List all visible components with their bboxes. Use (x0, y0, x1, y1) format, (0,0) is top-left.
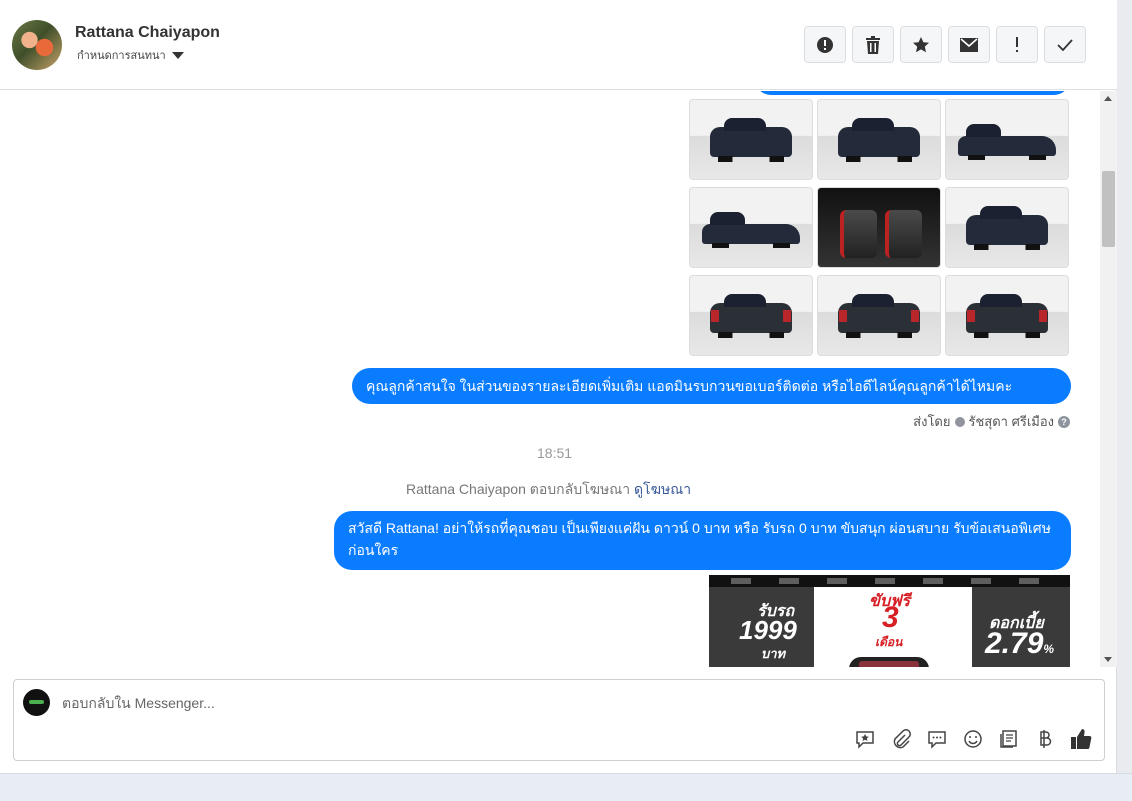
ad-banner-topbar (709, 575, 1070, 587)
ad-rate-value: 2.79 (985, 627, 1044, 660)
car-photo[interactable] (817, 275, 941, 356)
sent-by-label: ส่งโดย (913, 414, 951, 429)
ad-text: เดือน (875, 635, 903, 649)
outgoing-message-bubble[interactable]: สวัสดี Rattana! อย่าให้รถที่คุณชอบ เป็นเ… (334, 511, 1071, 570)
caret-down-icon (171, 52, 184, 59)
conversation-label: กำหนดการสนทนา (77, 50, 166, 62)
ad-reply-notice: Rattana Chaiyapon ตอบกลับโฆษณา ดูโฆษณา (406, 479, 691, 501)
star-button[interactable] (900, 26, 942, 63)
ad-car-image (849, 657, 929, 667)
previous-message-bubble (755, 91, 1070, 95)
star-icon (913, 36, 929, 52)
ad-rate: 2.79% (985, 627, 1054, 661)
photo-gallery (689, 99, 1069, 356)
car-photo[interactable] (945, 99, 1069, 180)
spam-icon (817, 36, 833, 53)
attach-button[interactable] (888, 726, 914, 752)
car-photo[interactable] (945, 275, 1069, 356)
scroll-down-arrow-icon[interactable] (1104, 657, 1112, 662)
catalog-icon (1000, 730, 1017, 748)
catalog-button[interactable] (996, 726, 1022, 752)
follow-up-button[interactable] (996, 26, 1038, 63)
payment-button[interactable] (1032, 726, 1058, 752)
scroll-thumb[interactable] (1102, 171, 1115, 247)
reply-composer (13, 679, 1105, 761)
car-photo[interactable] (689, 275, 813, 356)
like-button[interactable] (1068, 726, 1094, 752)
contact-name[interactable]: Rattana Chaiyapon (75, 24, 220, 42)
agent-icon (954, 416, 965, 427)
header-actions (804, 26, 1086, 63)
composer-tools (852, 726, 1094, 752)
conversation-header: Rattana Chaiyapon กำหนดการสนทนา (0, 0, 1117, 90)
conversation-label-dropdown[interactable]: กำหนดการสนทนา (77, 46, 184, 64)
mark-done-button[interactable] (1044, 26, 1086, 63)
page-avatar (23, 689, 50, 716)
car-photo[interactable] (945, 187, 1069, 268)
envelope-icon (960, 37, 978, 52)
thread-scrollbar[interactable] (1100, 91, 1117, 667)
ad-text: 1999 (739, 615, 797, 645)
car-photo[interactable] (689, 187, 813, 268)
ad-text: 3 (882, 601, 899, 634)
scroll-up-arrow-icon[interactable] (1104, 96, 1112, 101)
chat-bubble-icon (928, 731, 946, 749)
saved-reply-button[interactable] (852, 726, 878, 752)
emoji-icon (964, 730, 982, 748)
ad-image[interactable]: รับรถ 1999 บาท ขับฟรี 3 เดือน ดอกเบี้ย 2… (709, 575, 1070, 667)
ad-rate-unit: % (1043, 642, 1055, 656)
like-icon (1071, 729, 1092, 749)
sent-by-info: ส่งโดย รัชสุดา ศรีเมือง ? (913, 411, 1070, 432)
mark-unread-button[interactable] (948, 26, 990, 63)
car-photo[interactable] (817, 187, 941, 268)
car-photo[interactable] (689, 99, 813, 180)
emoji-button[interactable] (960, 726, 986, 752)
message-thread[interactable]: คุณลูกค้าสนใจ ในส่วนของรายละเอียดเพิ่มเต… (0, 91, 1100, 667)
reply-input[interactable] (62, 692, 762, 714)
delete-button[interactable] (852, 26, 894, 63)
contact-avatar[interactable] (12, 20, 62, 70)
conversation-panel: Rattana Chaiyapon กำหนดการสนทนา คุณลูกค้… (0, 0, 1117, 773)
attachment-icon (893, 729, 911, 749)
mark-spam-button[interactable] (804, 26, 846, 63)
ad-text: บาท (761, 646, 786, 661)
view-ad-link[interactable]: ดูโฆษณา (634, 481, 691, 497)
message-timestamp: 18:51 (537, 445, 573, 461)
check-icon (1057, 38, 1073, 51)
page-footer-strip (0, 773, 1132, 801)
exclamation-icon (1016, 36, 1018, 52)
chat-button[interactable] (924, 726, 950, 752)
help-icon[interactable]: ? (1058, 415, 1070, 428)
outgoing-message-bubble[interactable]: คุณลูกค้าสนใจ ในส่วนของรายละเอียดเพิ่มเต… (352, 368, 1071, 404)
baht-icon (1040, 730, 1052, 748)
saved-reply-icon (856, 731, 874, 749)
trash-icon (866, 35, 880, 54)
car-photo[interactable] (817, 99, 941, 180)
ad-reply-text: Rattana Chaiyapon ตอบกลับโฆษณา (406, 481, 631, 497)
sent-by-name: รัชสุดา ศรีเมือง (968, 414, 1055, 429)
